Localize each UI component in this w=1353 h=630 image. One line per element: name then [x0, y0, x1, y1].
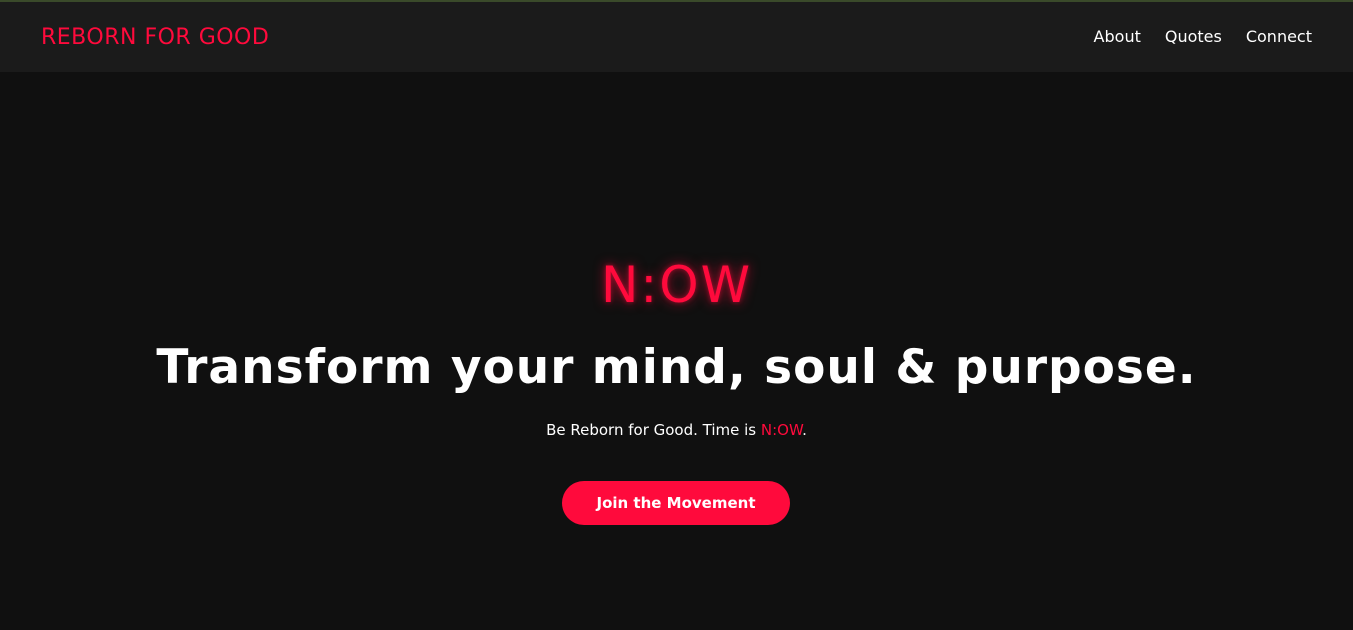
hero-subtitle: Be Reborn for Good. Time is N:OW. — [0, 419, 1353, 441]
main-nav: About Quotes Connect — [1094, 26, 1312, 48]
brand-logo-link[interactable]: REBORN FOR GOOD — [41, 24, 269, 52]
hero-subtitle-accent: N:OW — [760, 421, 803, 439]
hero-kicker: N:OW — [600, 256, 753, 314]
hero-section: N:OW Transform your mind, soul & purpose… — [0, 72, 1353, 630]
hero-title: Transform your mind, soul & purpose. — [156, 340, 1197, 395]
nav-link-about[interactable]: About — [1094, 26, 1141, 48]
hero-subtitle-suffix: . — [802, 421, 807, 439]
nav-link-connect[interactable]: Connect — [1246, 26, 1312, 48]
nav-link-quotes[interactable]: Quotes — [1165, 26, 1222, 48]
site-header: REBORN FOR GOOD About Quotes Connect — [0, 2, 1353, 72]
hero-subtitle-prefix: Be Reborn for Good. Time is — [546, 421, 761, 439]
join-movement-button[interactable]: Join the Movement — [562, 481, 790, 525]
